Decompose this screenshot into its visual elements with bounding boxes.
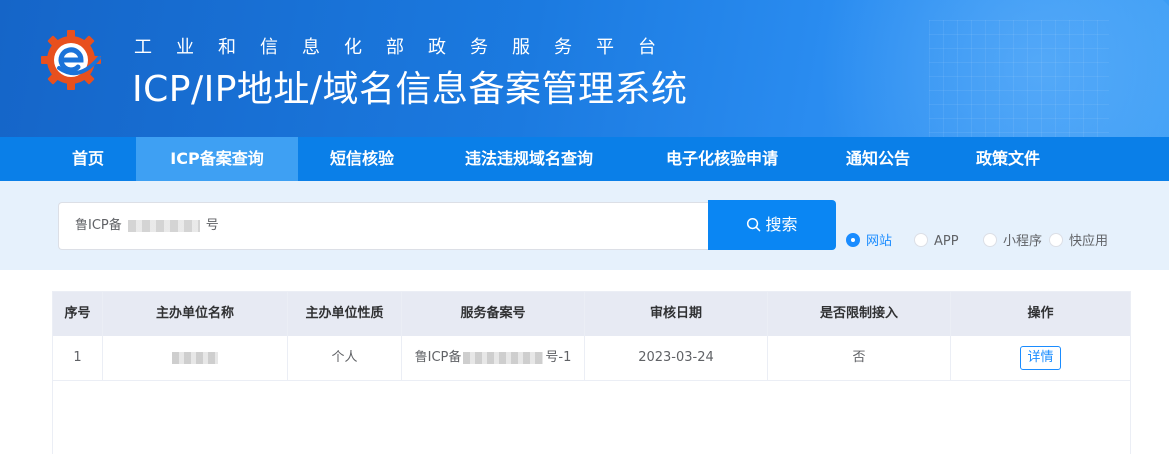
col-header-record-no: 服务备案号: [402, 292, 585, 336]
radio-label: 快应用: [1069, 234, 1109, 249]
radio-dot-icon: [914, 233, 928, 247]
record-suffix: 号-1: [545, 350, 572, 365]
cell-record-no: 鲁ICP备 号-1: [402, 336, 585, 380]
table-row: 1 个人 鲁ICP备 号-1 2023-03-24 否 详情: [53, 336, 1130, 381]
cell-date: 2023-03-24: [585, 336, 768, 380]
radio-quick-app[interactable]: 快应用: [1049, 233, 1108, 251]
col-header-index: 序号: [53, 292, 103, 336]
cell-index: 1: [53, 336, 103, 380]
radio-dot-icon: [846, 233, 860, 247]
nav-item-home[interactable]: 首页: [40, 137, 136, 181]
header-grid-decoration: [929, 20, 1109, 137]
radio-website[interactable]: 网站: [846, 233, 892, 251]
record-prefix: 鲁ICP备: [414, 350, 462, 365]
search-button[interactable]: 搜索: [708, 200, 836, 250]
radio-app[interactable]: APP: [914, 233, 959, 251]
radio-label: 网站: [866, 234, 893, 249]
nav-item-sms-verify[interactable]: 短信核验: [298, 137, 426, 181]
nav-item-notices[interactable]: 通知公告: [812, 137, 944, 181]
page-title: ICP/IP地址/域名信息备案管理系统: [132, 69, 688, 110]
redacted-text: [127, 219, 200, 232]
cell-action: 详情: [951, 336, 1130, 380]
cell-org-name: [103, 336, 288, 380]
nav-item-e-verify[interactable]: 电子化核验申请: [632, 137, 812, 181]
col-header-action: 操作: [1027, 306, 1054, 321]
radio-mini-program[interactable]: 小程序: [983, 233, 1042, 251]
radio-label: 小程序: [1003, 234, 1043, 249]
cell-org-type: 个人: [288, 336, 402, 380]
nav-item-icp-query[interactable]: ICP备案查询: [136, 137, 298, 181]
table-header: 序号 主办单位名称 主办单位性质 服务备案号 审核日期 是否限制接入 操作: [53, 292, 1130, 336]
radio-dot-icon: [983, 233, 997, 247]
results-table: 序号 主办单位名称 主办单位性质 服务备案号 审核日期 是否限制接入 操作 1 …: [52, 291, 1131, 454]
cell-restricted: 否: [768, 336, 951, 380]
header-banner: 工业和信息化部政务服务平台 ICP/IP地址/域名信息备案管理系统: [0, 0, 1169, 137]
search-input[interactable]: 鲁ICP备 号: [58, 202, 708, 250]
nav-item-policies[interactable]: 政策文件: [944, 137, 1072, 181]
search-icon: [747, 217, 761, 232]
search-button-label: 搜索: [765, 215, 798, 234]
search-input-prefix: 鲁ICP备: [75, 218, 122, 233]
header-subtitle: 工业和信息化部政务服务平台: [134, 37, 680, 58]
col-header-org-type: 主办单位性质: [288, 292, 402, 336]
col-header-org-name: 主办单位名称: [103, 292, 288, 336]
redacted-text: [172, 351, 218, 364]
detail-button[interactable]: 详情: [1020, 345, 1061, 370]
col-header-date: 审核日期: [585, 292, 768, 336]
search-input-suffix: 号: [205, 218, 219, 233]
main-nav: 首页 ICP备案查询 短信核验 违法违规域名查询 电子化核验申请 通知公告 政策…: [0, 137, 1169, 181]
redacted-text: [463, 351, 544, 364]
col-header-restricted: 是否限制接入: [768, 292, 951, 336]
search-area: 鲁ICP备 号 搜索 网站 APP 小程序 快应用: [0, 181, 1169, 270]
nav-item-illegal-domain[interactable]: 违法违规域名查询: [426, 137, 632, 181]
miit-logo-icon: [41, 30, 101, 90]
radio-label: APP: [934, 234, 959, 249]
radio-dot-icon: [1049, 233, 1063, 247]
